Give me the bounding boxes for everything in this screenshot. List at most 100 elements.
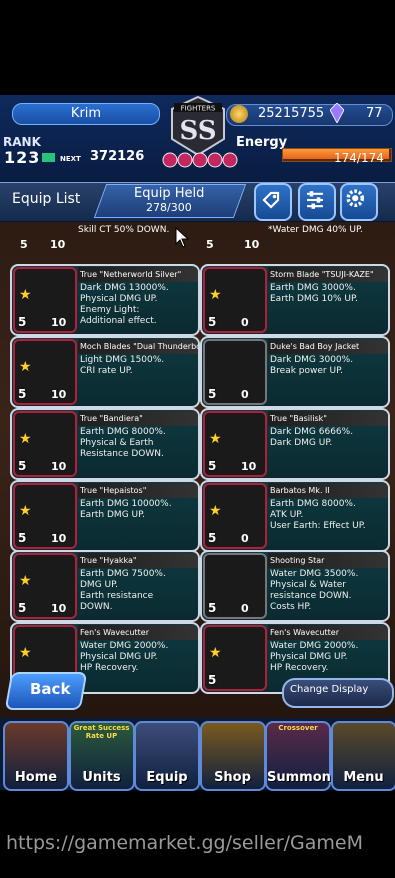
equip-level: 10 — [51, 316, 67, 329]
equip-level: 0 — [241, 532, 249, 545]
equip-title: True "Netherworld Silver" — [78, 267, 198, 282]
pointer-cursor-icon — [175, 226, 190, 248]
equip-thumbnail: ★ 5 10 — [13, 411, 77, 477]
star-rank: 5 — [208, 387, 217, 401]
energy-label: Energy — [236, 135, 288, 150]
equip-level: 10 — [51, 532, 67, 545]
equip-level: 10 — [241, 460, 257, 473]
nav-home-button[interactable]: Home — [3, 721, 69, 791]
equip-thumbnail: ★ 5 10 — [13, 483, 77, 549]
equip-title: True "Bandiera" — [78, 411, 198, 426]
next-label: NEXT — [60, 155, 81, 163]
star-rank: 5 — [208, 459, 217, 473]
equip-description: Dark DMG 13000%. Physical DMG UP. Enemy … — [80, 283, 169, 326]
equip-title: True "Basilisk" — [268, 411, 388, 426]
energy-value: 174/174 — [334, 151, 384, 165]
equip-list-title: Equip List — [12, 191, 81, 207]
equip-thumbnail: ★ 5 10 — [203, 411, 267, 477]
partial-stars-left: 5 — [20, 238, 28, 251]
equip-thumbnail: ★ 5 10 — [13, 267, 77, 333]
equip-card[interactable]: 5 0 Shooting Star Water DMG 3500%. Physical… — [200, 550, 390, 622]
equip-description: Earth DMG 8000%. Physical & Earth Resist… — [80, 427, 166, 459]
equip-level: 0 — [241, 316, 249, 329]
exp-value: 372126 — [90, 149, 145, 164]
star-rank: 5 — [18, 315, 27, 329]
equip-card[interactable]: ★ 5 10 True "Netherworld Silver" Dark DMG 13… — [10, 264, 200, 336]
nav-summon-button[interactable]: Crossover Summon — [265, 721, 331, 791]
nav-label: Shop — [214, 770, 251, 785]
star-rank: 5 — [208, 315, 217, 329]
gear-icon — [346, 189, 365, 208]
nav-label: Equip — [146, 770, 188, 785]
favorite-star-icon: ★ — [209, 503, 222, 519]
nav-units-button[interactable]: Great Success Rate UP Units — [68, 721, 135, 791]
nav-label: Summon — [267, 770, 331, 785]
partial-stars-right: 5 — [206, 238, 214, 251]
equip-held-value: 278/300 — [146, 201, 192, 214]
star-rank: 5 — [208, 531, 217, 545]
gold-coin-icon — [230, 105, 248, 123]
equip-card[interactable]: ★ 5 0 Storm Blade "TSUJI-KAZE" Earth DMG 300… — [200, 264, 390, 336]
star-rank: 5 — [18, 601, 27, 615]
favorite-star-icon: ★ — [209, 287, 222, 303]
partial-card-left[interactable]: Skill CT 50% DOWN. 5 10 — [8, 224, 194, 251]
equip-thumbnail: ★ 5 10 — [13, 339, 77, 405]
star-rank: 5 — [18, 459, 27, 473]
equip-description: Earth DMG 8000%. ATK UP. User Earth: Eff… — [270, 499, 366, 531]
gem-value: 77 — [366, 106, 383, 121]
rank-label: RANK — [3, 135, 41, 149]
partial-desc-left: Skill CT 50% DOWN. — [78, 225, 170, 235]
equip-description: Dark DMG 6666%. Dark DMG UP. — [270, 427, 354, 448]
equip-title: True "Hepaistos" — [78, 483, 198, 498]
equip-thumbnail: ★ 5 10 — [13, 553, 77, 619]
orb-gauge — [162, 152, 238, 168]
equip-card[interactable]: ★ 5 10 True "Hyakka" Earth DMG 7500%. DMG UP… — [10, 550, 200, 622]
equip-description: Water DMG 2000%. Physical DMG UP. HP Rec… — [270, 641, 359, 673]
star-rank: 5 — [208, 673, 217, 687]
partial-card-right[interactable]: *Water DMG 40% UP. 5 10 — [202, 224, 388, 251]
equip-title: Barbatos Mk. II — [268, 483, 388, 498]
favorite-star-icon: ★ — [19, 573, 32, 589]
nav-menu-button[interactable]: Menu — [330, 721, 395, 791]
settings-button[interactable] — [340, 183, 378, 221]
equip-title: Shooting Star — [268, 553, 388, 568]
equip-card[interactable]: ★ 5 10 Moch Blades "Dual Thunderbolts"Light… — [10, 336, 200, 408]
ss-rank-emblem: FIGHTERS SS — [171, 95, 225, 157]
equip-card[interactable]: ★ 5 10 True "Bandiera" Earth DMG 8000%. Phys… — [10, 408, 200, 480]
rank-value: 123 — [4, 148, 41, 167]
equip-card[interactable]: 5 0 Duke's Bad Boy Jacket Dark DMG 3000%. B… — [200, 336, 390, 408]
partial-level-right: 10 — [244, 238, 260, 251]
sliders-icon — [307, 191, 323, 209]
nav-label: Menu — [343, 770, 384, 785]
equip-card[interactable]: ★ 5 10 True "Hepaistos" Earth DMG 10000%. Ea… — [10, 480, 200, 552]
fighters-logo-text: FIGHTERS — [181, 105, 216, 113]
equip-title: Moch Blades "Dual Thunderbolts" — [78, 339, 198, 354]
equip-level: 10 — [51, 388, 67, 401]
equip-thumbnail: ★ 5 0 — [203, 267, 267, 333]
nav-badge: Great Success Rate UP — [73, 724, 130, 740]
tag-button[interactable] — [254, 183, 292, 221]
equip-level: 0 — [241, 602, 249, 615]
equip-title: Fen's Wavecutter — [268, 625, 388, 640]
change-display-label: Change Display — [290, 684, 369, 695]
equip-card[interactable]: ★ 5 10 True "Basilisk" Dark DMG 6666%. Dark … — [200, 408, 390, 480]
equip-card[interactable]: ★ 5 0 Barbatos Mk. II Earth DMG 8000%. ATK U… — [200, 480, 390, 552]
favorite-star-icon: ★ — [19, 359, 32, 375]
equip-thumbnail: 50 — [203, 339, 267, 405]
equip-description: Earth DMG 10000%. Earth DMG UP. — [80, 499, 172, 520]
sort-filter-button[interactable] — [298, 183, 336, 221]
equip-description: Water DMG 3500%. Physical & Water resist… — [270, 569, 359, 612]
equip-title: Storm Blade "TSUJI-KAZE" — [268, 267, 388, 282]
equip-level: 10 — [51, 460, 67, 473]
favorite-star-icon: ★ — [19, 431, 32, 447]
equip-title: Fen's Wavecutter — [78, 625, 198, 640]
equip-description: Earth DMG 3000%. Earth DMG 10% UP. — [270, 283, 358, 304]
nav-shop-button[interactable]: Shop — [199, 721, 266, 791]
star-rank: 5 — [18, 387, 27, 401]
back-button-label: Back — [30, 680, 71, 698]
nav-equip-button[interactable]: Equip — [134, 721, 200, 791]
equip-title: Duke's Bad Boy Jacket — [268, 339, 388, 354]
player-name: Krim — [12, 103, 160, 125]
equip-held-label: Equip Held — [134, 186, 205, 201]
equip-description: Light DMG 1500%. CRI rate UP. — [80, 355, 165, 376]
